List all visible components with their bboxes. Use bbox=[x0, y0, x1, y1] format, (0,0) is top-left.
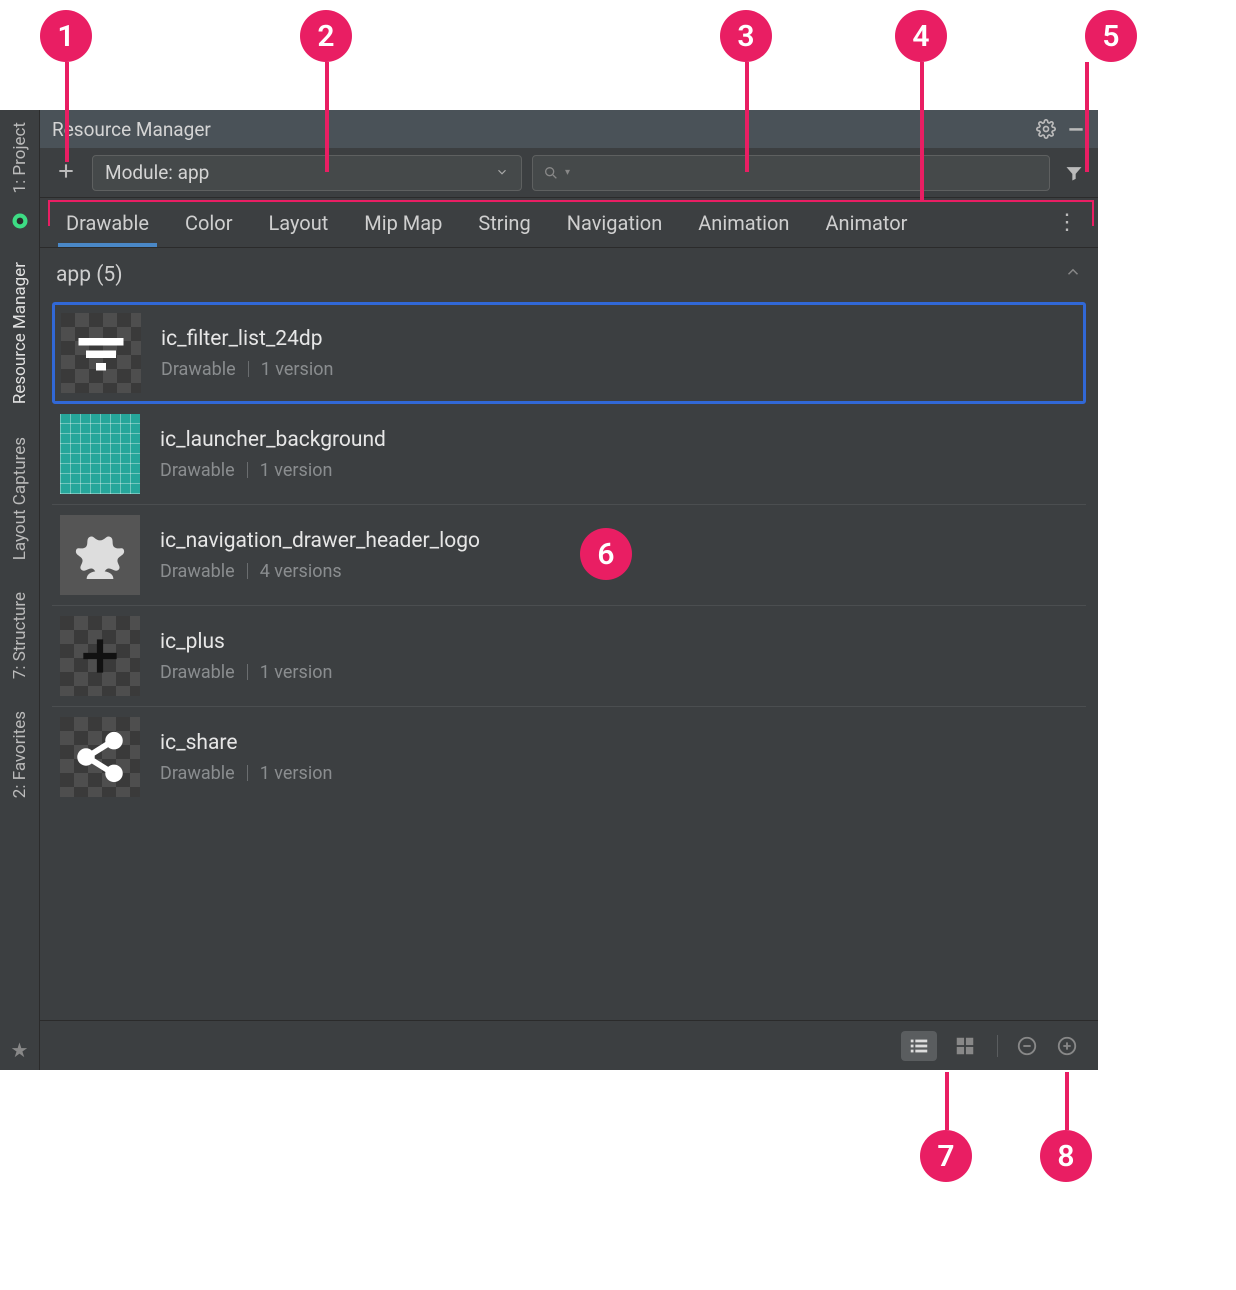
star-icon: ★ bbox=[11, 1038, 29, 1070]
search-field[interactable]: ▾ bbox=[532, 155, 1050, 191]
resource-versions: 1 version bbox=[260, 460, 333, 481]
zoom-out-button[interactable] bbox=[1012, 1031, 1042, 1061]
resource-item[interactable]: ic_plus Drawable 1 version bbox=[52, 606, 1086, 707]
resource-type: Drawable bbox=[161, 359, 236, 380]
footer-divider bbox=[997, 1035, 998, 1057]
resource-item[interactable]: ic_filter_list_24dp Drawable 1 version bbox=[52, 302, 1086, 404]
callout-line bbox=[1065, 1072, 1069, 1130]
chevron-up-icon bbox=[1064, 263, 1082, 287]
resource-thumbnail bbox=[60, 616, 140, 696]
resource-list: ic_filter_list_24dp Drawable 1 version i… bbox=[40, 302, 1098, 815]
tab-layout[interactable]: Layout bbox=[250, 198, 346, 247]
rail-tab-layout-captures[interactable]: Layout Captures bbox=[10, 425, 30, 572]
gear-icon[interactable] bbox=[1036, 119, 1056, 139]
rail-tab-project[interactable]: 1: Project bbox=[10, 110, 30, 205]
separator bbox=[247, 462, 248, 478]
callout-8: 8 bbox=[1040, 1130, 1092, 1182]
resource-manager-panel: Resource Manager Module: app bbox=[40, 110, 1098, 1070]
resource-versions: 1 version bbox=[260, 763, 333, 784]
separator bbox=[247, 765, 248, 781]
search-icon bbox=[543, 165, 559, 181]
resource-name: ic_launcher_background bbox=[160, 428, 386, 452]
toolbar: Module: app ▾ bbox=[40, 148, 1098, 198]
tab-navigation[interactable]: Navigation bbox=[549, 198, 681, 247]
section-header[interactable]: app (5) bbox=[40, 248, 1098, 302]
rail-tab-structure[interactable]: 7: Structure bbox=[10, 580, 30, 691]
callout-line bbox=[745, 62, 749, 172]
resource-versions: 4 versions bbox=[260, 561, 342, 582]
search-input[interactable] bbox=[576, 162, 1039, 183]
separator bbox=[247, 664, 248, 680]
android-icon bbox=[10, 205, 30, 242]
resource-thumbnail bbox=[60, 414, 140, 494]
resource-thumbnail bbox=[61, 313, 141, 393]
resource-name: ic_plus bbox=[160, 630, 332, 654]
callout-line bbox=[1085, 62, 1089, 172]
module-label: Module: app bbox=[105, 161, 209, 184]
separator bbox=[248, 361, 249, 377]
resource-thumbnail bbox=[60, 717, 140, 797]
tab-mipmap[interactable]: Mip Map bbox=[346, 198, 460, 247]
tab-drawable[interactable]: Drawable bbox=[48, 198, 167, 247]
resource-type-tabs: Drawable Color Layout Mip Map String Nav… bbox=[40, 198, 1098, 248]
tool-window-rail: 1: Project Resource Manager Layout Captu… bbox=[0, 110, 40, 1070]
rail-label: Resource Manager bbox=[10, 262, 30, 404]
callout-1: 1 bbox=[40, 10, 92, 62]
tab-animation[interactable]: Animation bbox=[680, 198, 807, 247]
resource-item[interactable]: ic_navigation_drawer_header_logo Drawabl… bbox=[52, 505, 1086, 606]
filter-button[interactable] bbox=[1060, 162, 1088, 184]
callout-3: 3 bbox=[720, 10, 772, 62]
list-view-button[interactable] bbox=[901, 1031, 937, 1061]
tabs-overflow-button[interactable]: ⋮ bbox=[1044, 210, 1090, 235]
module-selector[interactable]: Module: app bbox=[92, 155, 522, 191]
callout-line bbox=[945, 1072, 949, 1130]
rail-tab-resource-manager[interactable]: Resource Manager bbox=[10, 250, 30, 416]
resource-versions: 1 version bbox=[261, 359, 334, 380]
panel-footer bbox=[40, 1020, 1098, 1070]
resource-name: ic_share bbox=[160, 731, 332, 755]
chevron-down-icon bbox=[495, 161, 509, 184]
callout-2: 2 bbox=[300, 10, 352, 62]
callout-line bbox=[65, 62, 69, 162]
resource-name: ic_navigation_drawer_header_logo bbox=[160, 529, 480, 553]
callout-7: 7 bbox=[920, 1130, 972, 1182]
callout-5: 5 bbox=[1085, 10, 1137, 62]
resource-type: Drawable bbox=[160, 763, 235, 784]
resource-type: Drawable bbox=[160, 662, 235, 683]
callout-6: 6 bbox=[580, 528, 632, 580]
resource-name: ic_filter_list_24dp bbox=[161, 327, 333, 351]
ide-window: 1: Project Resource Manager Layout Captu… bbox=[0, 110, 1098, 1070]
section-title: app (5) bbox=[56, 263, 123, 287]
rail-tab-favorites[interactable]: 2: Favorites bbox=[10, 699, 30, 810]
resource-type: Drawable bbox=[160, 460, 235, 481]
panel-header: Resource Manager bbox=[40, 110, 1098, 148]
tab-color[interactable]: Color bbox=[167, 198, 250, 247]
grid-view-button[interactable] bbox=[947, 1031, 983, 1061]
resource-item[interactable]: ic_launcher_background Drawable 1 versio… bbox=[52, 404, 1086, 505]
resource-thumbnail bbox=[60, 515, 140, 595]
callout-line bbox=[325, 62, 329, 172]
tab-animator[interactable]: Animator bbox=[807, 198, 925, 247]
minimize-icon[interactable] bbox=[1066, 119, 1086, 139]
panel-title: Resource Manager bbox=[52, 118, 1026, 141]
separator bbox=[247, 563, 248, 579]
callout-line bbox=[920, 62, 924, 202]
resource-type: Drawable bbox=[160, 561, 235, 582]
zoom-in-button[interactable] bbox=[1052, 1031, 1082, 1061]
search-dropdown-icon[interactable]: ▾ bbox=[565, 167, 570, 178]
callout-4: 4 bbox=[895, 10, 947, 62]
resource-versions: 1 version bbox=[260, 662, 333, 683]
add-resource-button[interactable] bbox=[50, 158, 82, 188]
resource-item[interactable]: ic_share Drawable 1 version bbox=[52, 707, 1086, 807]
tab-string[interactable]: String bbox=[460, 198, 548, 247]
